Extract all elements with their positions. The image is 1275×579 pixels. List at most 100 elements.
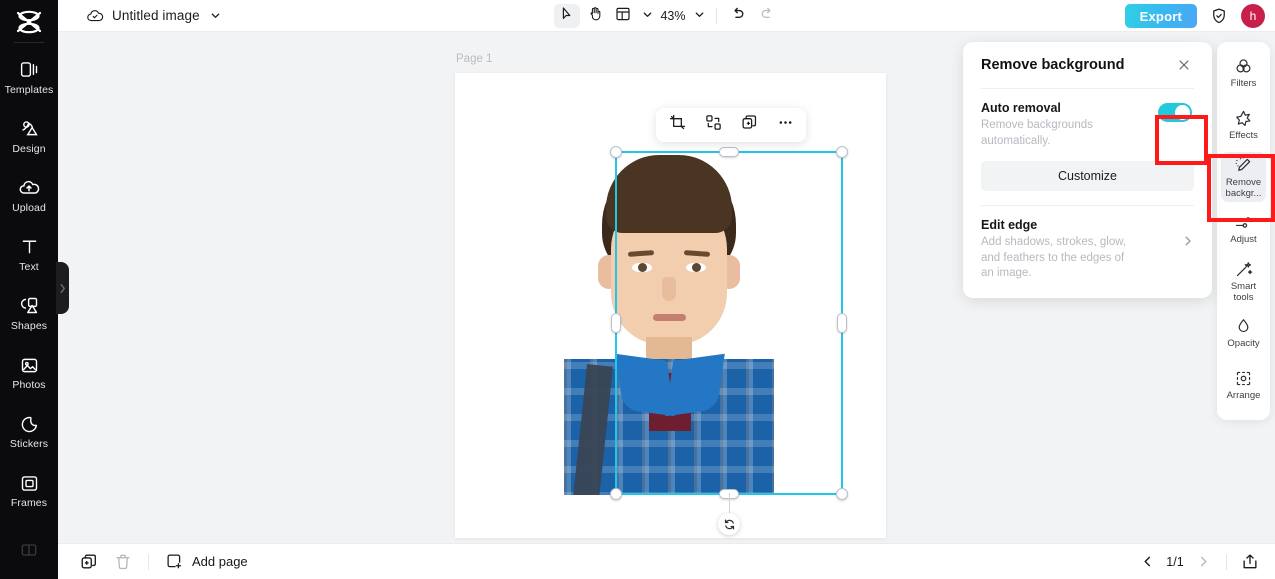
sidebar-item-label: Upload [12,203,46,214]
crop-icon [669,114,686,136]
selected-image[interactable] [554,151,783,495]
sidebar-item-templates[interactable]: Templates [1,47,57,106]
crop-button[interactable] [664,112,690,138]
replace-media-icon [705,114,722,136]
effects-star-icon [1234,108,1254,128]
photos-icon [18,354,40,376]
toggle-knob [1175,105,1190,120]
chevron-right-icon[interactable] [1192,551,1214,573]
filters-icon [1234,56,1254,76]
resize-handle-bottom[interactable] [719,489,739,499]
layout-caret-button[interactable] [638,4,656,28]
edit-edge-text-group: Edit edge Add shadows, strokes, glow, an… [981,218,1136,282]
chevron-down-icon[interactable] [208,10,223,21]
auto-removal-toggle[interactable] [1158,103,1192,122]
right-rail-label: Opacity [1227,339,1259,349]
shield-check-icon[interactable] [1209,6,1229,26]
bottom-divider [148,554,149,570]
duplicate-page-icon[interactable] [78,551,100,573]
sidebar-divider [14,42,44,43]
cursor-arrow-icon [559,6,575,27]
sidebar-item-upload[interactable]: Upload [1,166,57,225]
sidebar-item-design[interactable]: Design [1,106,57,165]
layout-tool-button[interactable] [610,4,636,28]
sidebar-item-text[interactable]: Text [1,225,57,284]
right-rail-label: Adjust [1230,235,1256,245]
page-label: Page 1 [456,53,492,65]
resize-handle-left[interactable] [611,313,621,333]
sidebar-item-frames[interactable]: Frames [1,461,57,520]
opacity-drop-icon [1234,316,1254,336]
rotate-handle-icon[interactable] [718,513,740,535]
frames-icon [18,472,40,494]
zoom-level-value[interactable]: 43% [658,9,688,23]
duplicate-icon [741,114,758,136]
auto-removal-description: Remove backgrounds automatically. [981,118,1136,149]
topbar-right-group: Export h [1125,0,1265,32]
element-floating-toolbar [656,108,806,142]
close-icon[interactable] [1174,55,1194,75]
bottom-divider [1226,554,1227,570]
redo-arrow-icon [758,5,775,27]
edit-edge-section[interactable]: Edit edge Add shadows, strokes, glow, an… [981,206,1194,298]
sidebar-item-photos[interactable]: Photos [1,343,57,402]
right-rail-label: Smart tools [1221,282,1266,303]
undo-arrow-icon [730,5,747,27]
resize-handle-bottom-right[interactable] [836,488,848,500]
panel-title: Remove background [981,57,1124,73]
resize-handle-top[interactable] [719,147,739,157]
zoom-caret-button[interactable] [690,4,708,28]
right-tool-rail: Filters Effects Remove backgr... [1217,42,1270,420]
select-tool-button[interactable] [554,4,580,28]
sidebar-item-label: Photos [12,380,45,391]
add-page-button[interactable]: Add page [163,551,248,573]
layout-grid-icon [615,6,631,27]
hand-tool-button[interactable] [582,4,608,28]
duplicate-button[interactable] [736,112,762,138]
sidebar-item-shapes[interactable]: Shapes [1,284,57,343]
sidebar-collapse-handle[interactable] [56,262,69,314]
portrait-mouth [653,314,686,321]
toolbar-divider [716,8,717,24]
top-toolbar: Untitled image [58,0,1275,32]
right-rail-item-filters[interactable]: Filters [1221,48,1266,98]
left-sidebar: Templates Design Upload [0,0,58,579]
chevron-down-icon [694,7,705,25]
trash-icon[interactable] [112,551,134,573]
remove-background-panel: Remove background Auto removal Remove ba… [963,42,1212,298]
page-title[interactable]: Untitled image [112,8,200,23]
right-rail-item-arrange[interactable]: Arrange [1221,360,1266,410]
right-rail-item-remove-background[interactable]: Remove backgr... [1221,152,1266,202]
right-rail-item-smart-tools[interactable]: Smart tools [1221,256,1266,306]
edit-edge-description: Add shadows, strokes, glow, and feathers… [981,235,1136,282]
resize-handle-bottom-left[interactable] [610,488,622,500]
avatar[interactable]: h [1241,4,1265,28]
hand-pan-icon [587,5,604,27]
chevron-left-icon[interactable] [1136,551,1158,573]
portrait-eye-right [686,263,706,272]
text-icon [18,236,40,258]
share-upload-icon[interactable] [1239,551,1261,573]
resize-handle-top-left[interactable] [610,146,622,158]
customize-button[interactable]: Customize [981,161,1194,191]
portrait-eye-left [632,263,652,272]
undo-button[interactable] [725,4,751,28]
right-rail-item-adjust[interactable]: Adjust [1221,204,1266,254]
right-rail-label: Filters [1231,79,1257,89]
replace-button[interactable] [700,112,726,138]
sidebar-item-label: Design [12,144,45,155]
page-canvas[interactable] [455,73,886,538]
shapes-icon [18,295,40,317]
right-rail-item-effects[interactable]: Effects [1221,100,1266,150]
sidebar-item-stickers[interactable]: Stickers [1,402,57,461]
capcut-logo-icon[interactable] [9,6,49,38]
export-button[interactable]: Export [1125,4,1197,28]
more-tools-icon [18,539,40,561]
chevron-right-icon[interactable] [1182,234,1194,252]
resize-handle-top-right[interactable] [836,146,848,158]
resize-handle-right[interactable] [837,313,847,333]
sidebar-item-partial[interactable] [1,520,57,579]
more-options-button[interactable] [772,112,798,138]
right-rail-item-opacity[interactable]: Opacity [1221,308,1266,358]
redo-button[interactable] [753,4,779,28]
